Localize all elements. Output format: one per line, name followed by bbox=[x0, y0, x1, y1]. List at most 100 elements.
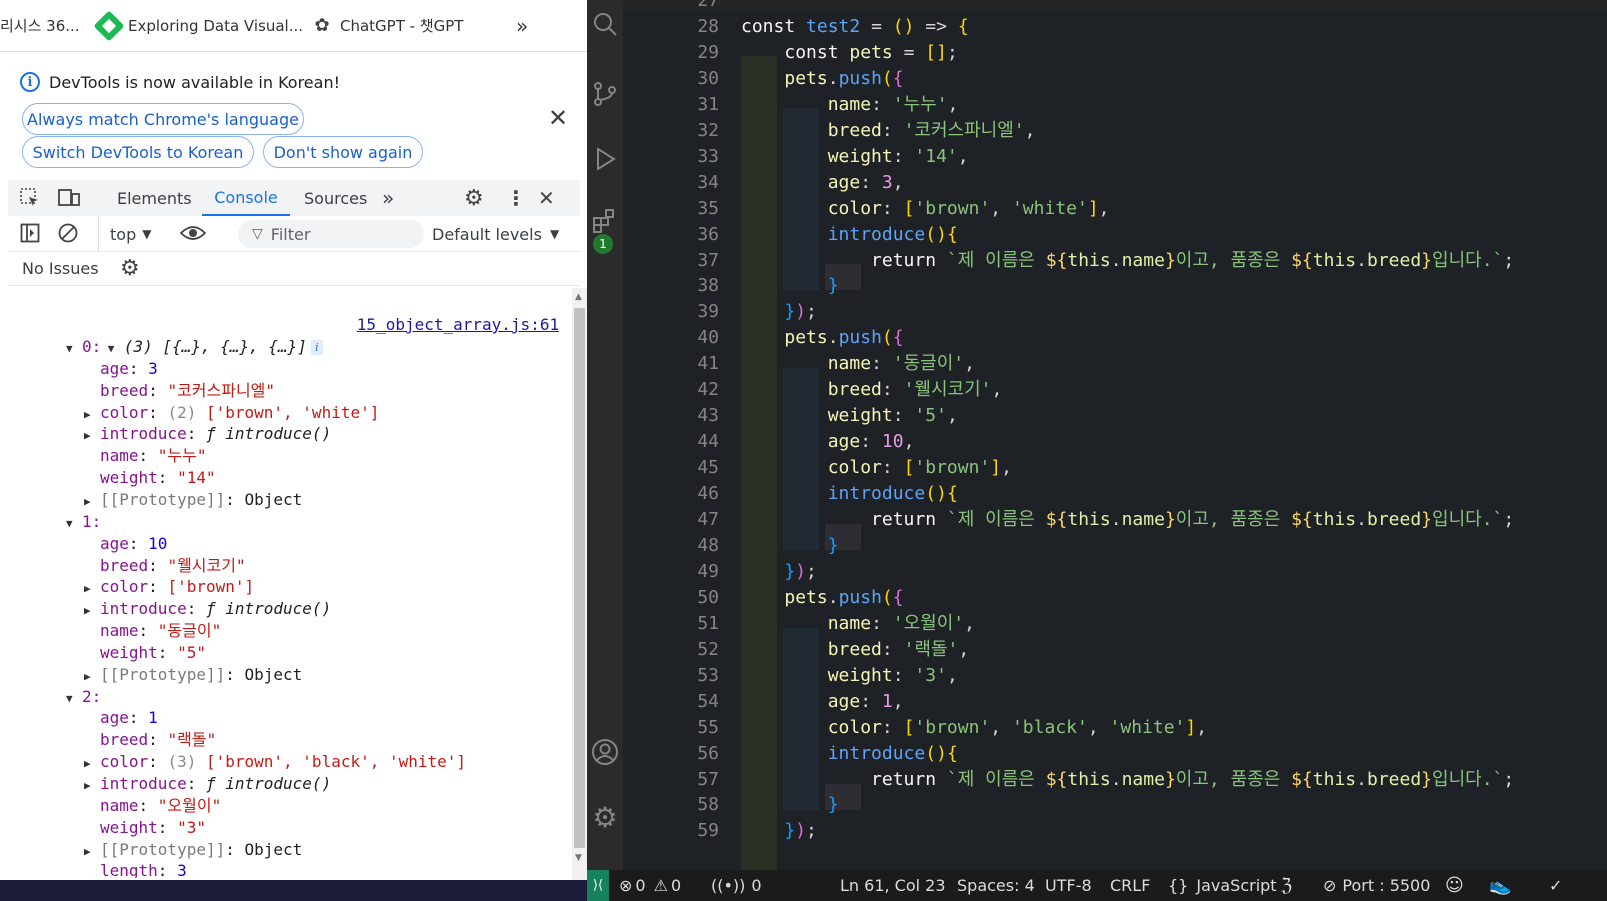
log-levels-dropdown[interactable]: Default levels ▼ bbox=[432, 216, 559, 252]
scroll-up-icon[interactable]: ▲ bbox=[575, 292, 582, 302]
prettier-icon[interactable]: ℨ bbox=[1281, 870, 1292, 901]
code-line[interactable]: }); bbox=[741, 818, 817, 844]
code-line[interactable]: }); bbox=[741, 559, 817, 585]
console-settings-gear-icon[interactable]: ⚙ bbox=[120, 256, 140, 281]
close-icon[interactable]: ✕ bbox=[548, 104, 568, 132]
caret-down-icon[interactable]: ▼ bbox=[66, 513, 82, 535]
problems-indicator[interactable]: ⊗ 0 ⚠ 0 bbox=[619, 870, 681, 901]
console-tree-row[interactable]: ▼ 1: bbox=[66, 511, 101, 533]
caret-down-icon[interactable]: ▼ bbox=[66, 688, 82, 710]
encoding[interactable]: UTF-8 bbox=[1045, 870, 1092, 901]
console-tree-row[interactable]: ▶ introduce: ƒ introduce() bbox=[84, 773, 331, 795]
code-line[interactable]: return `제 이름은 ${this.name}이고, 품종은 ${this… bbox=[741, 507, 1514, 533]
extensions-icon[interactable] bbox=[591, 207, 619, 235]
console-tree-row[interactable]: ▼ 0: bbox=[66, 336, 101, 358]
caret-right-icon[interactable]: ▶ bbox=[84, 841, 100, 863]
console-tree-row[interactable]: ▶ introduce: ƒ introduce() bbox=[84, 423, 331, 445]
code-line[interactable]: } bbox=[741, 273, 839, 299]
code-line[interactable]: age: 10, bbox=[741, 429, 915, 455]
source-control-icon[interactable] bbox=[591, 80, 619, 108]
code-line[interactable]: age: 3, bbox=[741, 170, 904, 196]
code-line[interactable]: pets.push({ bbox=[741, 325, 903, 351]
code-line[interactable]: return `제 이름은 ${this.name}이고, 품종은 ${this… bbox=[741, 767, 1514, 793]
code-line[interactable]: } bbox=[741, 792, 839, 818]
more-tabs-button[interactable]: » bbox=[382, 180, 394, 216]
code-line[interactable]: name: '오월이', bbox=[741, 611, 975, 637]
context-selector[interactable]: top ▼ bbox=[110, 216, 151, 252]
console-tree-row[interactable]: ▶ [[Prototype]]: Object bbox=[84, 839, 302, 861]
filter-input[interactable]: ▽ Filter bbox=[238, 220, 424, 248]
tab-elements[interactable]: Elements bbox=[117, 180, 192, 216]
console-scrollbar[interactable]: ▲ ▼ bbox=[572, 288, 587, 880]
console-tree-row[interactable]: ▶ color: ['brown'] bbox=[84, 576, 254, 598]
code-line[interactable]: }); bbox=[741, 299, 817, 325]
code-line[interactable]: weight: '5', bbox=[741, 403, 958, 429]
code-line[interactable]: weight: '14', bbox=[741, 144, 969, 170]
code-line[interactable]: color: ['brown', 'white'], bbox=[741, 196, 1110, 222]
scrollbar-thumb[interactable] bbox=[574, 308, 585, 848]
live-server-port[interactable]: ⊘ Port : 5500 bbox=[1323, 870, 1430, 901]
close-devtools-icon[interactable]: ✕ bbox=[538, 186, 555, 210]
scroll-down-icon[interactable]: ▼ bbox=[575, 853, 582, 863]
code-line[interactable]: introduce(){ bbox=[741, 741, 958, 767]
code-line[interactable]: introduce(){ bbox=[741, 222, 958, 248]
inspect-element-icon[interactable] bbox=[20, 188, 40, 208]
bookmarks-overflow-button[interactable]: » bbox=[516, 0, 528, 52]
code-line[interactable]: breed: '웰시코기', bbox=[741, 377, 1003, 403]
language-mode[interactable]: {} JavaScript bbox=[1168, 870, 1277, 901]
code-line[interactable]: weight: '3', bbox=[741, 663, 958, 689]
code-line[interactable]: const pets = []; bbox=[741, 40, 957, 66]
manage-gear-icon[interactable]: ⚙ bbox=[591, 801, 619, 834]
clear-console-icon[interactable] bbox=[58, 223, 78, 243]
search-icon[interactable] bbox=[591, 10, 619, 38]
code-line[interactable]: const test2 = () => { bbox=[741, 14, 969, 40]
sneaker-icon[interactable]: 👟 bbox=[1489, 870, 1511, 901]
code-line[interactable]: color: ['brown', 'black', 'white'], bbox=[741, 715, 1207, 741]
cursor-position[interactable]: Ln 61, Col 23 bbox=[840, 870, 946, 901]
dont-show-again-button[interactable]: Don't show again bbox=[263, 136, 423, 168]
caret-right-icon[interactable]: ▶ bbox=[84, 491, 100, 513]
caret-right-icon[interactable]: ▶ bbox=[84, 578, 100, 600]
code-line[interactable]: return `제 이름은 ${this.name}이고, 품종은 ${this… bbox=[741, 248, 1514, 274]
code-line[interactable]: breed: '랙돌', bbox=[741, 637, 970, 663]
always-match-language-button[interactable]: Always match Chrome's language bbox=[22, 103, 304, 135]
bookmark-item-chatgpt[interactable]: ✿ ChatGPT - 챗GPT bbox=[312, 0, 512, 52]
eye-icon[interactable] bbox=[180, 223, 206, 243]
indentation[interactable]: Spaces: 4 bbox=[957, 870, 1035, 901]
console-tree-row[interactable]: ▶ introduce: ƒ introduce() bbox=[84, 598, 331, 620]
code-line[interactable]: introduce(){ bbox=[741, 481, 958, 507]
console-tree-row[interactable]: ▶ [[Prototype]]: Object bbox=[84, 664, 302, 686]
bookmark-item[interactable]: 리시스 36... bbox=[0, 0, 98, 52]
bookmark-item-exploring[interactable]: Exploring Data Visual... bbox=[93, 0, 312, 52]
code-line[interactable]: name: '누누', bbox=[741, 92, 959, 118]
ports-indicator[interactable]: ((•)) 0 bbox=[711, 870, 762, 901]
console-tree-row[interactable]: ▶ [[Prototype]]: Object bbox=[84, 489, 302, 511]
console-tree-row[interactable]: ▶ color: (3) ['brown', 'black', 'white'] bbox=[84, 751, 466, 773]
code-editor[interactable]: 27 28 const test2 = () => {29 const pets =… bbox=[623, 0, 1607, 870]
code-line[interactable]: } bbox=[741, 533, 839, 559]
code-line[interactable]: age: 1, bbox=[741, 689, 904, 715]
device-toolbar-icon[interactable] bbox=[58, 188, 80, 208]
end-of-line[interactable]: CRLF bbox=[1110, 870, 1150, 901]
gear-icon[interactable]: ⚙ bbox=[464, 186, 484, 211]
sidebar-toggle-icon[interactable] bbox=[20, 223, 40, 243]
code-line[interactable]: color: ['brown'], bbox=[741, 455, 1012, 481]
code-line[interactable]: pets.push({ bbox=[741, 66, 903, 92]
console-tree-row[interactable]: ▶ color: (2) ['brown', 'white'] bbox=[84, 402, 379, 424]
console-array-summary[interactable]: ▼ (3) [{…}, {…}, {…}] i bbox=[50, 314, 323, 356]
console-tree-row[interactable]: ▼ 2: bbox=[66, 686, 101, 708]
caret-right-icon[interactable]: ▶ bbox=[84, 404, 100, 426]
caret-right-icon[interactable]: ▶ bbox=[84, 425, 100, 447]
kebab-menu-icon[interactable]: ⋮ bbox=[506, 186, 526, 210]
caret-right-icon[interactable]: ▶ bbox=[84, 600, 100, 622]
console-source-link[interactable]: 15_object_array.js:61 bbox=[299, 292, 559, 334]
caret-right-icon[interactable]: ▶ bbox=[84, 775, 100, 797]
code-line[interactable]: breed: '코커스파니엘', bbox=[741, 118, 1036, 144]
copilot-icon[interactable]: ☺ bbox=[1445, 870, 1464, 901]
caret-right-icon[interactable]: ▶ bbox=[84, 666, 100, 688]
feedback-check-icon[interactable]: ✓ bbox=[1549, 870, 1562, 901]
code-line[interactable]: pets.push({ bbox=[741, 585, 903, 611]
tab-sources[interactable]: Sources bbox=[304, 180, 367, 216]
switch-to-korean-button[interactable]: Switch DevTools to Korean bbox=[22, 136, 254, 168]
remote-indicator-icon[interactable]: ⟩⟨ bbox=[587, 870, 609, 901]
